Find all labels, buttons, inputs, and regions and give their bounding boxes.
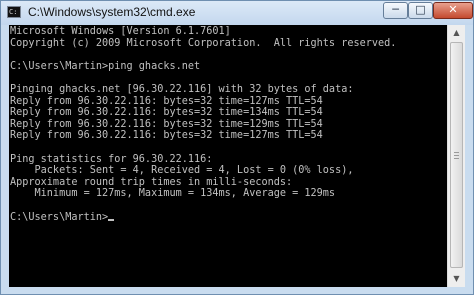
console-line: Packets: Sent = 4, Received = 4, Lost = … bbox=[10, 165, 354, 177]
console-line: Pinging ghacks.net [96.30.22.116] with 3… bbox=[10, 83, 354, 95]
console-line: Reply from 96.30.22.116: bytes=32 time=1… bbox=[10, 107, 323, 119]
console-line: Reply from 96.30.22.116: bytes=32 time=1… bbox=[10, 95, 323, 107]
console-line: Minimum = 127ms, Maximum = 134ms, Averag… bbox=[10, 188, 336, 200]
console-line: Reply from 96.30.22.116: bytes=32 time=1… bbox=[10, 130, 323, 142]
cmd-icon[interactable]: C: bbox=[7, 6, 21, 18]
console-line: C:\Users\Martin> bbox=[10, 212, 447, 224]
vertical-scrollbar[interactable]: ▲ ▼ bbox=[447, 25, 465, 287]
console-line: C:\Users\Martin>ping ghacks.net bbox=[10, 60, 201, 72]
scroll-down-arrow-icon[interactable]: ▼ bbox=[448, 271, 465, 287]
console-line: Reply from 96.30.22.116: bytes=32 time=1… bbox=[10, 118, 323, 130]
text-cursor bbox=[108, 218, 115, 221]
console-line: Ping statistics for 96.30.22.116: bbox=[10, 153, 213, 165]
console-line: Approximate round trip times in milli-se… bbox=[10, 176, 293, 188]
window-title: C:\Windows\system32\cmd.exe bbox=[28, 5, 196, 19]
console-line: Microsoft Windows [Version 6.1.7601] bbox=[10, 26, 231, 37]
scroll-thumb[interactable] bbox=[450, 42, 463, 268]
console-line: Copyright (c) 2009 Microsoft Corporation… bbox=[10, 37, 397, 49]
scroll-up-arrow-icon[interactable]: ▲ bbox=[448, 25, 465, 41]
grip-line bbox=[454, 158, 459, 159]
maximize-button[interactable]: □ bbox=[408, 2, 433, 19]
title-bar[interactable]: C: C:\Windows\system32\cmd.exe ─ □ ✕ bbox=[1, 1, 473, 25]
console-text: Microsoft Windows [Version 6.1.7601] Copy… bbox=[9, 25, 447, 223]
close-button[interactable]: ✕ bbox=[433, 2, 473, 19]
console-output[interactable]: Microsoft Windows [Version 6.1.7601] Copy… bbox=[9, 25, 447, 287]
cmd-window: C: C:\Windows\system32\cmd.exe ─ □ ✕ Mic… bbox=[0, 0, 474, 295]
grip-line bbox=[454, 152, 459, 153]
minimize-button[interactable]: ─ bbox=[383, 2, 408, 19]
grip-line bbox=[454, 155, 459, 156]
